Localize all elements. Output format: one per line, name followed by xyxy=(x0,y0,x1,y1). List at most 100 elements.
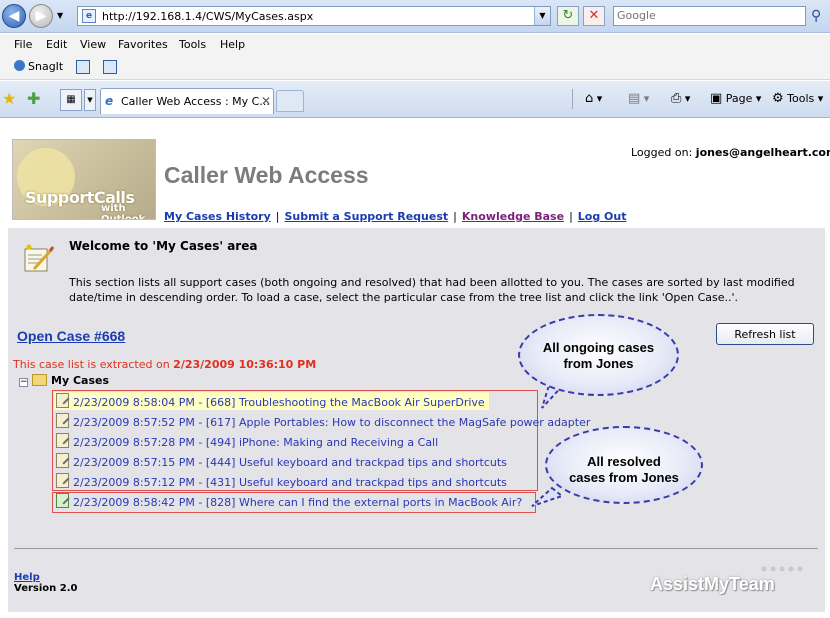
menu-bar: File Edit View Favorites Tools Help xyxy=(0,34,830,56)
extracted-info: This case list is extracted on 2/23/2009… xyxy=(13,358,316,371)
logged-on-info: Logged on: jones@angelheart.com xyxy=(631,146,830,159)
url-text: http://192.168.1.4/CWS/MyCases.aspx xyxy=(102,10,314,23)
tree-root-label: My Cases xyxy=(51,374,109,387)
toolbar-separator xyxy=(572,89,573,109)
capture-icon[interactable] xyxy=(76,60,90,74)
collapse-icon[interactable]: − xyxy=(19,378,28,387)
case-item-text: 2/23/2009 8:58:04 PM - [668] Troubleshoo… xyxy=(73,396,485,409)
tab-bar: ★ ✚ ▦ ▼ e Caller Web Access : My C... ✕ … xyxy=(0,81,830,118)
tools-menu[interactable]: ⚙ Tools ▾ xyxy=(772,91,823,106)
capture-page-icon[interactable] xyxy=(103,60,117,74)
page-title: Caller Web Access xyxy=(164,162,369,188)
case-item-text: 2/23/2009 8:57:12 PM - [431] Useful keyb… xyxy=(73,476,507,489)
menu-tools[interactable]: Tools xyxy=(179,38,206,51)
quick-tabs-icon[interactable]: ▦ xyxy=(60,89,82,111)
case-item-text: 2/23/2009 8:57:52 PM - [617] Apple Porta… xyxy=(73,416,591,429)
callout-line: cases from Jones xyxy=(569,470,679,485)
case-item-text: 2/23/2009 8:58:42 PM - [828] Where can I… xyxy=(73,496,523,509)
search-icon[interactable]: ⚲ xyxy=(811,8,821,24)
case-pencil-icon xyxy=(56,453,69,468)
submit-support-request-link[interactable]: Submit a Support Request xyxy=(284,210,448,223)
url-input[interactable]: e http://192.168.1.4/CWS/MyCases.aspx ▼ xyxy=(77,6,551,26)
link-separator: | xyxy=(275,210,280,223)
version-label: Version 2.0 xyxy=(14,583,78,594)
search-input[interactable] xyxy=(614,7,794,24)
print-button[interactable]: ⎙ ▾ xyxy=(671,91,690,106)
callout-tail xyxy=(531,486,564,507)
menu-view[interactable]: View xyxy=(80,38,106,51)
assistmyteam-logo: AssistMyTeam xyxy=(650,574,775,594)
tab-caller-web-access[interactable]: e Caller Web Access : My C... ✕ xyxy=(100,88,274,114)
page-icon: e xyxy=(82,9,96,23)
section-description: This section lists all support cases (bo… xyxy=(69,276,795,304)
case-item-431[interactable]: 2/23/2009 8:57:12 PM - [431] Useful keyb… xyxy=(54,472,507,490)
page-icon: ▣ xyxy=(710,91,723,106)
page-menu[interactable]: ▣ Page ▾ xyxy=(710,91,761,106)
case-pencil-icon xyxy=(56,473,69,488)
footer-divider xyxy=(14,548,818,549)
my-cases-history-link[interactable]: My Cases History xyxy=(164,210,271,223)
callout-line: All resolved xyxy=(587,454,661,469)
link-separator: | xyxy=(569,210,573,223)
extracted-label: This case list is extracted on xyxy=(13,358,170,371)
refresh-list-button[interactable]: Refresh list xyxy=(716,323,814,345)
case-item-828[interactable]: 2/23/2009 8:58:42 PM - [828] Where can I… xyxy=(54,492,522,510)
tree-root[interactable]: − My Cases xyxy=(19,374,109,388)
welcome-heading: Welcome to 'My Cases' area xyxy=(69,239,258,253)
menu-help[interactable]: Help xyxy=(220,38,245,51)
nav-links: My Cases History | Submit a Support Reques… xyxy=(164,210,627,223)
logged-on-label: Logged on: xyxy=(631,146,693,159)
case-resolved-icon xyxy=(56,493,69,508)
ie-icon: e xyxy=(105,94,114,108)
refresh-icon[interactable]: ↻ xyxy=(557,6,579,26)
case-item-text: 2/23/2009 8:57:28 PM - [494] iPhone: Mak… xyxy=(73,436,439,449)
case-item-text: 2/23/2009 8:57:15 PM - [444] Useful keyb… xyxy=(73,456,507,469)
case-pencil-icon xyxy=(56,433,69,448)
ongoing-cases-callout: All ongoing cases from Jones xyxy=(518,314,679,396)
toolbar: SnagIt xyxy=(0,56,830,80)
history-dropdown-icon[interactable]: ▼ xyxy=(57,11,63,20)
extracted-time: 2/23/2009 10:36:10 PM xyxy=(173,358,317,371)
menu-favorites[interactable]: Favorites xyxy=(118,38,168,51)
new-tab-button[interactable] xyxy=(276,90,304,112)
tab-list-dropdown-icon[interactable]: ▼ xyxy=(84,89,96,111)
snagit-label: SnagIt xyxy=(28,60,64,73)
notepad-icon xyxy=(24,244,55,272)
case-item-444[interactable]: 2/23/2009 8:57:15 PM - [444] Useful keyb… xyxy=(54,452,507,470)
case-pencil-icon xyxy=(56,393,69,408)
address-bar: ◀ ▶ ▼ e http://192.168.1.4/CWS/MyCases.a… xyxy=(0,0,830,33)
tools-menu-label: Tools xyxy=(787,92,815,105)
forward-button[interactable]: ▶ xyxy=(29,4,53,28)
case-pencil-icon xyxy=(56,413,69,428)
favorites-star-icon[interactable]: ★ xyxy=(2,89,16,108)
back-button[interactable]: ◀ xyxy=(2,4,26,28)
stop-icon[interactable]: ✕ xyxy=(583,6,605,26)
supportcalls-logo: SupportCalls with Outlook xyxy=(12,139,156,220)
help-link[interactable]: Help xyxy=(14,572,40,583)
case-item-494[interactable]: 2/23/2009 8:57:28 PM - [494] iPhone: Mak… xyxy=(54,432,438,450)
case-item-617[interactable]: 2/23/2009 8:57:52 PM - [617] Apple Porta… xyxy=(54,412,590,430)
menu-edit[interactable]: Edit xyxy=(46,38,67,51)
snagit-icon xyxy=(14,60,25,71)
rss-icon: ▤ xyxy=(628,91,641,106)
add-favorite-icon[interactable]: ✚ xyxy=(27,89,40,108)
log-out-link[interactable]: Log Out xyxy=(578,210,627,223)
home-button[interactable]: ⌂ ▾ xyxy=(585,91,602,106)
search-box[interactable] xyxy=(613,6,806,26)
snagit-button[interactable]: SnagIt xyxy=(14,60,63,73)
open-case-link[interactable]: Open Case #668 xyxy=(17,328,125,344)
knowledge-base-link[interactable]: Knowledge Base xyxy=(462,210,564,223)
case-item-668[interactable]: 2/23/2009 8:58:04 PM - [668] Troubleshoo… xyxy=(54,392,489,410)
feeds-button[interactable]: ▤ ▾ xyxy=(628,91,649,106)
callout-line: All ongoing cases xyxy=(542,340,655,355)
folder-icon xyxy=(32,374,47,386)
menu-file[interactable]: File xyxy=(14,38,32,51)
print-icon: ⎙ xyxy=(671,91,682,106)
resolved-cases-callout: All resolved cases from Jones xyxy=(545,426,703,504)
logo-subtext: with Outlook xyxy=(101,203,146,220)
callout-line: from Jones xyxy=(563,356,634,371)
url-dropdown-icon[interactable]: ▼ xyxy=(534,7,550,25)
page-menu-label: Page xyxy=(725,92,753,105)
link-separator: | xyxy=(453,210,457,223)
close-tab-icon[interactable]: ✕ xyxy=(261,94,271,108)
